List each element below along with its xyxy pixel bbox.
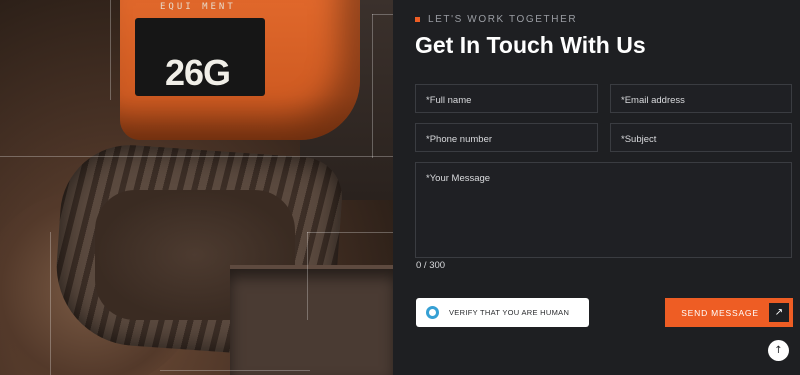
decor-line (372, 14, 373, 158)
phone-field[interactable]: *Phone number (415, 123, 598, 152)
excavator-blade (230, 265, 393, 375)
contact-section: LET'S WORK TOGETHER Get In Touch With Us… (393, 0, 800, 375)
eyebrow-square-icon (415, 17, 420, 22)
subject-field[interactable]: *Subject (610, 123, 792, 152)
decor-line (307, 232, 393, 233)
hero-photo: EQUI MENT 26G (0, 0, 393, 375)
decor-line (307, 232, 308, 320)
message-textarea[interactable]: *Your Message (415, 162, 792, 258)
excavator-model-text: 26G (165, 52, 231, 93)
excavator-brand-text: EQUI MENT (160, 2, 236, 12)
captcha-widget[interactable]: VERIFY THAT YOU ARE HUMAN (416, 298, 589, 327)
email-field[interactable]: *Email address (610, 84, 792, 113)
decor-line (110, 0, 111, 100)
send-message-button[interactable]: SEND MESSAGE ↗ (665, 298, 793, 327)
section-eyebrow: LET'S WORK TOGETHER (415, 14, 577, 25)
page-title: Get In Touch With Us (415, 32, 646, 58)
decor-line (0, 156, 393, 157)
captcha-check-icon[interactable] (426, 306, 439, 319)
full-name-field[interactable]: *Full name (415, 84, 598, 113)
eyebrow-text: LET'S WORK TOGETHER (428, 14, 578, 25)
arrow-up-right-icon: ↗ (769, 303, 789, 322)
decor-line (160, 370, 310, 371)
captcha-label: VERIFY THAT YOU ARE HUMAN (449, 308, 570, 317)
message-char-counter: 0 / 300 (416, 260, 446, 271)
arrow-up-icon: ↑ (774, 345, 783, 356)
back-to-top-button[interactable]: ↑ (768, 340, 789, 361)
decor-line (372, 14, 393, 15)
decor-line (50, 232, 51, 375)
